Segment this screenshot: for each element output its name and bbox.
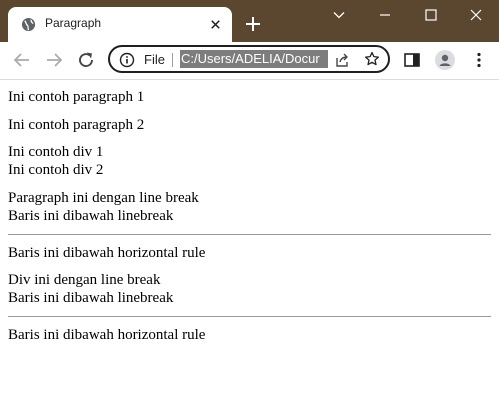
paragraph-line-break: Paragraph ini dengan line break Baris in… (8, 189, 491, 225)
close-window-button[interactable] (453, 0, 499, 30)
minimize-button[interactable] (362, 0, 408, 30)
tab-title: Paragraph (45, 16, 102, 30)
div-line-2: Baris ini dibawah linebreak (8, 290, 174, 306)
div-1: Ini contoh div 1 (8, 144, 104, 160)
more-menu-icon[interactable] (470, 51, 488, 69)
chevron-down-icon (333, 12, 345, 19)
tab-close-icon[interactable] (208, 17, 223, 32)
close-icon (470, 9, 482, 21)
back-arrow-icon[interactable] (11, 49, 33, 71)
paragraph-1: Ini contoh paragraph 1 (8, 89, 145, 105)
maximize-icon (425, 9, 437, 21)
div-2: Ini contoh div 2 (8, 162, 104, 178)
side-panel-icon[interactable] (403, 51, 421, 69)
paragraph-2: Ini contoh paragraph 2 (8, 117, 145, 133)
file-scheme-label: File (144, 52, 165, 67)
url-input[interactable]: C:/Users/ADELIA/Docur (180, 50, 328, 68)
bookmark-star-icon[interactable] (364, 51, 380, 67)
browser-tab[interactable]: Paragraph (8, 7, 232, 42)
page-content: Ini contoh paragraph 1 Ini contoh paragr… (0, 80, 499, 407)
minimize-icon (380, 14, 390, 16)
share-icon[interactable] (334, 52, 350, 68)
tab-search-button[interactable] (316, 0, 362, 30)
title-bar: Paragraph (0, 0, 499, 42)
horizontal-rule-1 (8, 234, 491, 235)
globe-icon (21, 17, 36, 32)
horizontal-rule-2 (8, 316, 491, 317)
browser-toolbar: File C:/Users/ADELIA/Docur (0, 42, 499, 80)
forward-arrow-icon[interactable] (43, 49, 65, 71)
info-icon[interactable] (119, 52, 135, 68)
text-after-rule-2: Baris ini dibawah horizontal rule (8, 327, 206, 343)
maximize-button[interactable] (408, 0, 454, 30)
div-line-1: Div ini dengan line break (8, 272, 161, 288)
new-tab-plus-icon[interactable] (244, 15, 262, 33)
text-after-rule-1: Baris ini dibawah horizontal rule (8, 245, 206, 261)
profile-avatar-icon[interactable] (435, 50, 455, 70)
reload-icon[interactable] (75, 49, 97, 71)
div-line-break: Div ini dengan line break Baris ini diba… (8, 271, 491, 307)
paragraph-line-1: Paragraph ini dengan line break (8, 190, 199, 206)
scheme-divider (172, 53, 173, 67)
paragraph-line-2: Baris ini dibawah linebreak (8, 208, 174, 224)
address-bar[interactable]: File C:/Users/ADELIA/Docur (108, 45, 390, 73)
